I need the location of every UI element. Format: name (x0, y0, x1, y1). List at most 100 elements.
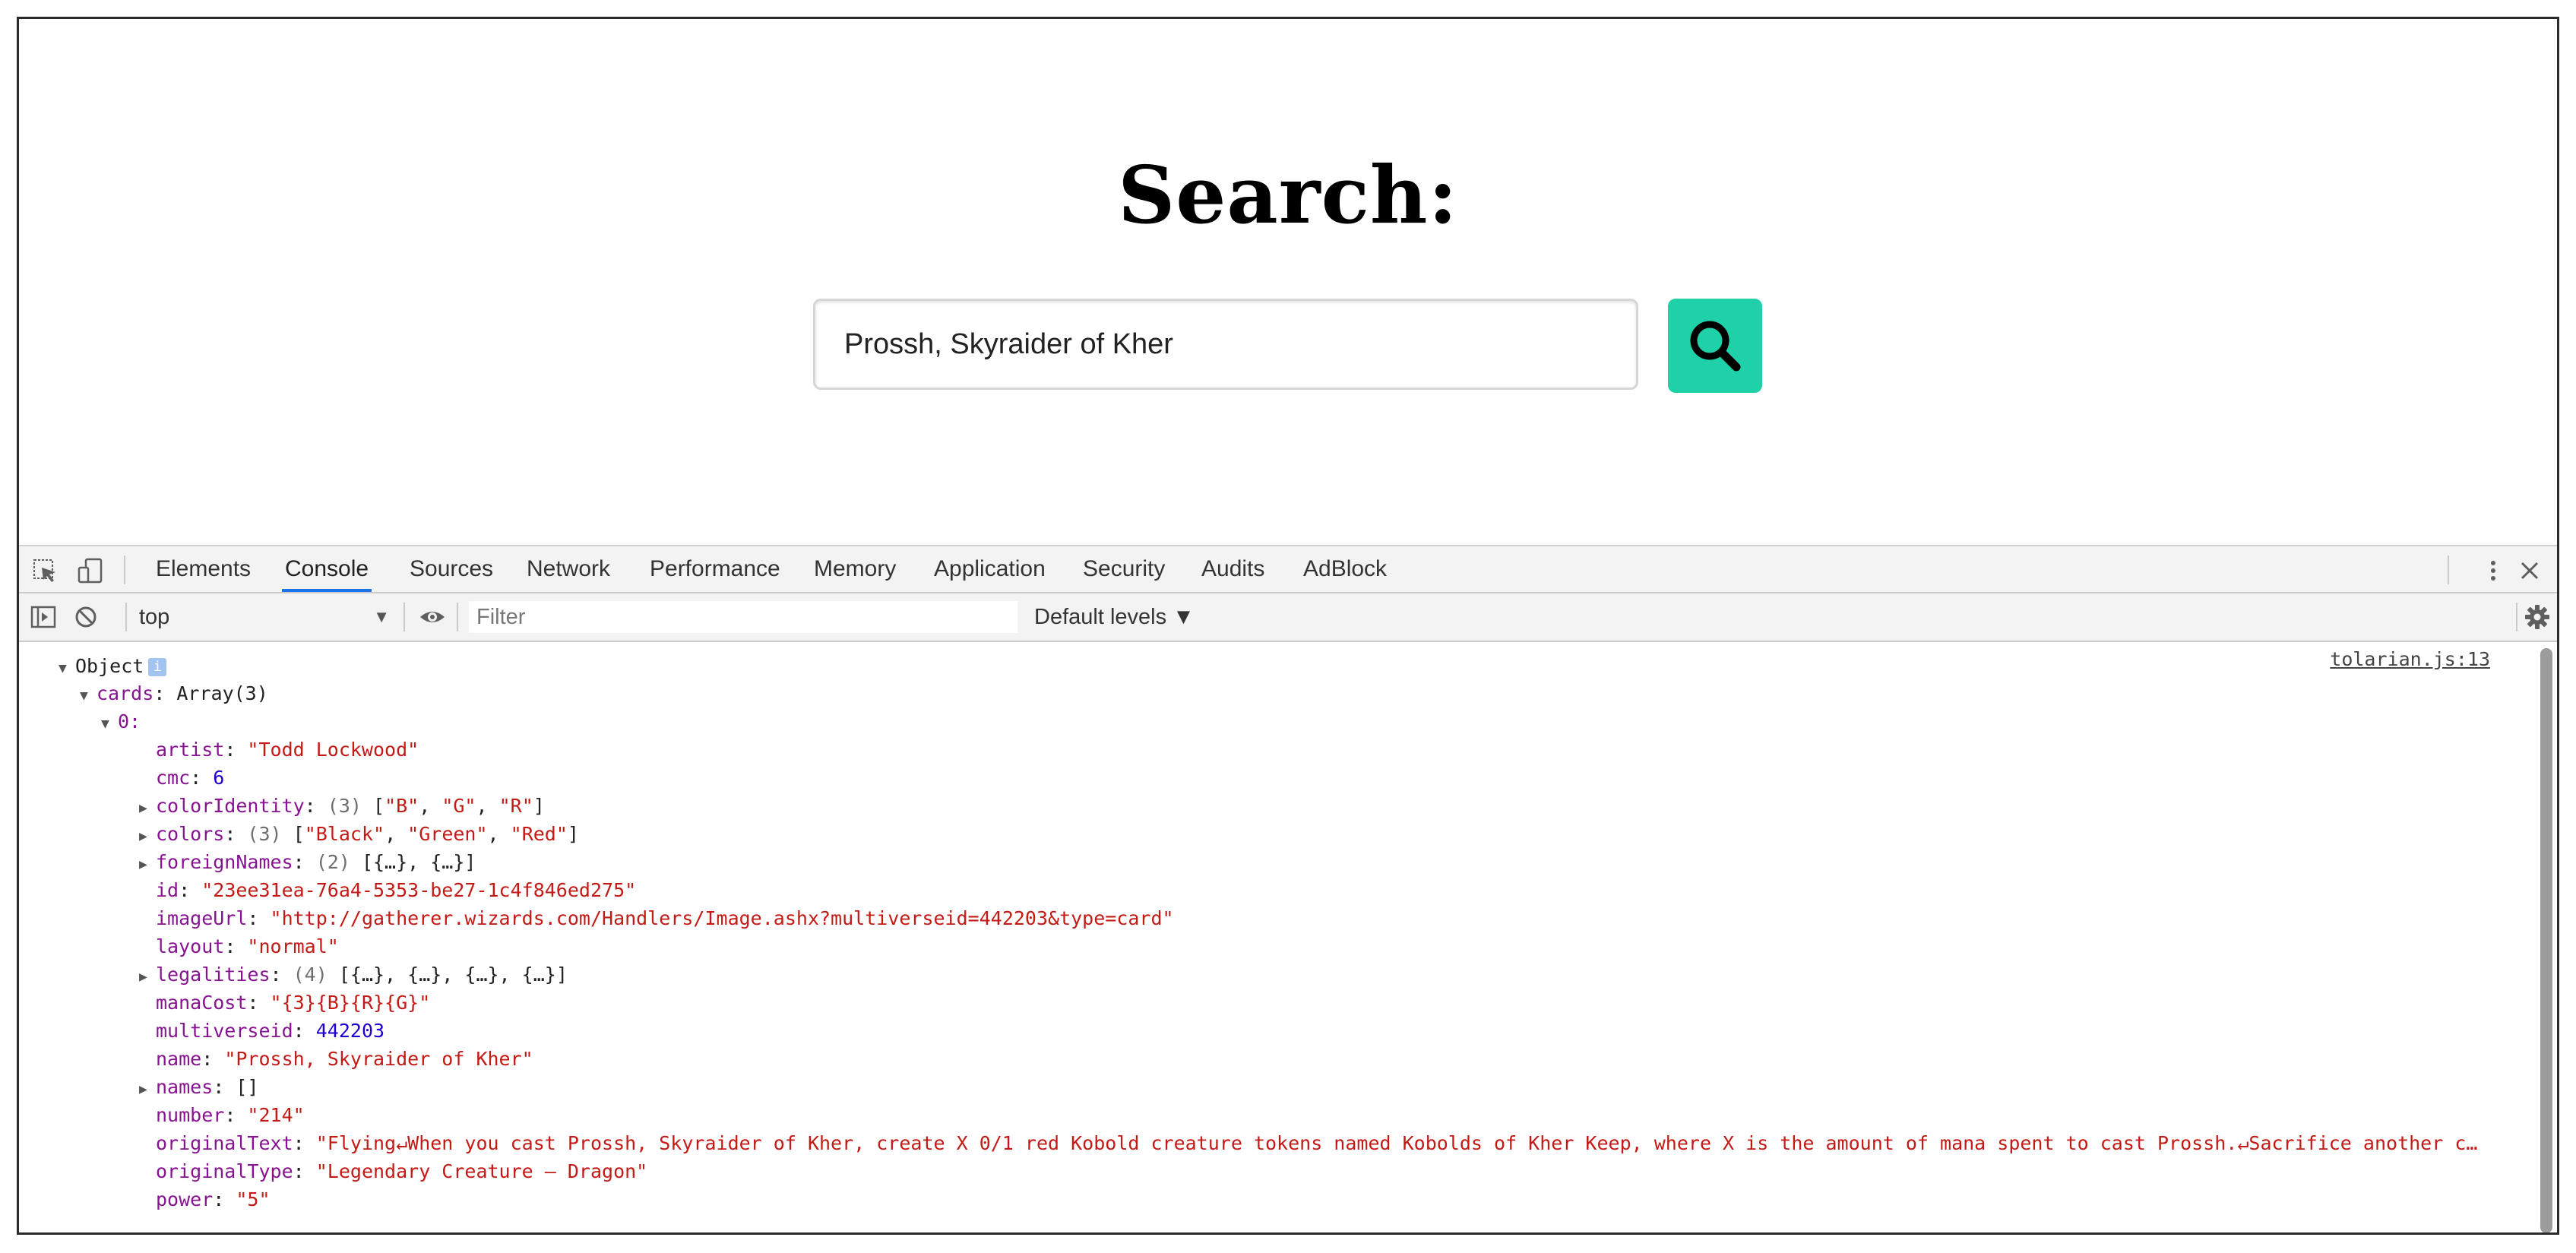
field-key: power (156, 1188, 214, 1210)
field-value: [{…}, {…}] (361, 851, 476, 873)
field-value: "5" (236, 1188, 271, 1210)
field-value: "Flying↵When you cast Prossh, Skyraider … (315, 1132, 2478, 1154)
tab-network[interactable]: Network (524, 546, 613, 592)
scrollbar-thumb[interactable] (2540, 648, 2552, 1232)
console-output: tolarian.js:13 ▼ Object i ▼ cards: Array(3)… (19, 642, 2540, 1232)
console-field-row: number: "214" (156, 1104, 305, 1126)
toolbar-separator (403, 603, 405, 631)
devtools-tabbar: Elements Console Sources Network Perform… (19, 546, 2557, 593)
search-button[interactable] (1668, 299, 1762, 393)
toolbar-separator (2516, 603, 2517, 631)
field-key: manaCost (156, 992, 248, 1014)
field-value: "{3}{B}{R}{G}" (270, 992, 431, 1014)
console-field-row: id: "23ee31ea-76a4-5353-be27-1c4f846ed27… (156, 879, 637, 901)
console-field-row[interactable]: ▶ colorIdentity: (3) ["B", "G", "R"] (139, 793, 545, 820)
devtools-panel: Elements Console Sources Network Perform… (19, 545, 2557, 1232)
console-field-row: imageUrl: "http://gatherer.wizards.com/H… (156, 907, 1174, 929)
live-expression-eye-icon[interactable] (419, 603, 446, 631)
expanded-triangle-icon: ▼ (80, 688, 88, 704)
field-key: colorIdentity (156, 795, 305, 817)
field-key: originalType (156, 1160, 293, 1182)
field-value: "23ee31ea-76a4-5353-be27-1c4f846ed275" (201, 879, 637, 901)
field-key: names (156, 1076, 214, 1098)
collapsed-triangle-icon: ▶ (139, 1081, 147, 1097)
tab-memory[interactable]: Memory (811, 546, 899, 592)
field-value: "214" (247, 1104, 305, 1126)
field-value: 442203 (315, 1020, 385, 1042)
field-key: imageUrl (156, 907, 248, 929)
settings-gear-icon[interactable] (2524, 603, 2551, 631)
field-key: artist (156, 739, 225, 761)
field-count: (3) (247, 823, 293, 845)
field-key: legalities (156, 963, 271, 986)
console-field-row: power: "5" (156, 1188, 271, 1210)
context-value: top (139, 605, 170, 629)
field-count: (2) (315, 851, 362, 873)
field-key: cmc (156, 767, 191, 789)
field-key: layout (156, 935, 225, 957)
field-key: name (156, 1048, 202, 1070)
close-icon[interactable] (2516, 557, 2543, 584)
console-field-row: artist: "Todd Lockwood" (156, 739, 419, 761)
tab-console[interactable]: Console (282, 546, 372, 592)
tab-security[interactable]: Security (1080, 546, 1168, 592)
field-value: "Legendary Creature — Dragon" (315, 1160, 648, 1182)
browser-viewport: Search: Elements Console Sources Network (17, 17, 2559, 1235)
field-value: 6 (213, 767, 225, 789)
console-field-row: manaCost: "{3}{B}{R}{G}" (156, 992, 431, 1014)
tab-separator (124, 555, 125, 584)
field-value: "normal" (247, 935, 339, 957)
info-icon: i (148, 658, 167, 676)
device-toolbar-icon[interactable] (77, 557, 104, 584)
field-value: ["B", "G", "R"] (373, 795, 545, 817)
cards-row[interactable]: ▼ cards: Array(3) (80, 680, 268, 707)
field-count: (3) (327, 795, 373, 817)
field-value: [{…}, {…}, {…}, {…}] (338, 963, 568, 986)
console-field-row: multiverseid: 442203 (156, 1020, 385, 1042)
collapsed-triangle-icon: ▶ (139, 969, 147, 985)
tab-sources[interactable]: Sources (407, 546, 496, 592)
console-field-row: name: "Prossh, Skyraider of Kher" (156, 1048, 533, 1070)
field-key: multiverseid (156, 1020, 293, 1042)
console-field-row[interactable]: ▶ legalities: (4) [{…}, {…}, {…}, {…}] (139, 961, 568, 989)
inspect-element-icon[interactable] (31, 557, 59, 584)
field-value: "http://gatherer.wizards.com/Handlers/Im… (270, 907, 1174, 929)
expanded-triangle-icon: ▼ (59, 660, 67, 676)
console-scrollbar[interactable] (2540, 645, 2552, 1232)
collapsed-triangle-icon: ▶ (139, 856, 147, 872)
console-filter-input[interactable] (469, 601, 1017, 633)
card-index-row[interactable]: ▼ 0: (101, 708, 141, 736)
console-field-row[interactable]: ▶ names: [] (139, 1074, 258, 1101)
context-selector[interactable]: top ▼ (139, 601, 390, 633)
dropdown-arrow-icon: ▼ (373, 607, 390, 626)
tab-elements[interactable]: Elements (153, 546, 254, 592)
toolbar-separator (457, 603, 458, 631)
expanded-triangle-icon: ▼ (101, 716, 109, 732)
console-field-row: cmc: 6 (156, 767, 225, 789)
more-options-icon[interactable] (2479, 557, 2507, 584)
tab-audits[interactable]: Audits (1198, 546, 1267, 592)
sidebar-toggle-icon[interactable] (30, 603, 57, 631)
page-title: Search: (1118, 148, 1458, 242)
tab-adblock[interactable]: AdBlock (1300, 546, 1390, 592)
console-field-row: layout: "normal" (156, 935, 339, 957)
console-field-row: originalText: "Flying↵When you cast Pros… (156, 1132, 2478, 1154)
tab-separator (2448, 555, 2449, 584)
source-link[interactable]: tolarian.js:13 (2330, 648, 2490, 670)
search-page: Search: (19, 19, 2557, 545)
console-field-row[interactable]: ▶ colors: (3) ["Black", "Green", "Red"] (139, 821, 579, 848)
field-value: "Todd Lockwood" (247, 739, 419, 761)
object-root-row[interactable]: ▼ Object i (59, 653, 167, 680)
toolbar-separator (125, 603, 127, 631)
collapsed-triangle-icon: ▶ (139, 828, 147, 844)
console-field-row[interactable]: ▶ foreignNames: (2) [{…}, {…}] (139, 849, 476, 876)
log-levels-dropdown[interactable]: Default levels ▼ (1034, 601, 1195, 633)
collapsed-triangle-icon: ▶ (139, 800, 147, 816)
field-key: number (156, 1104, 225, 1126)
tab-application[interactable]: Application (931, 546, 1049, 592)
console-field-row: originalType: "Legendary Creature — Drag… (156, 1160, 648, 1182)
field-key: colors (156, 823, 225, 845)
tab-performance[interactable]: Performance (647, 546, 783, 592)
search-input[interactable] (813, 299, 1638, 390)
clear-console-icon[interactable] (72, 603, 100, 631)
